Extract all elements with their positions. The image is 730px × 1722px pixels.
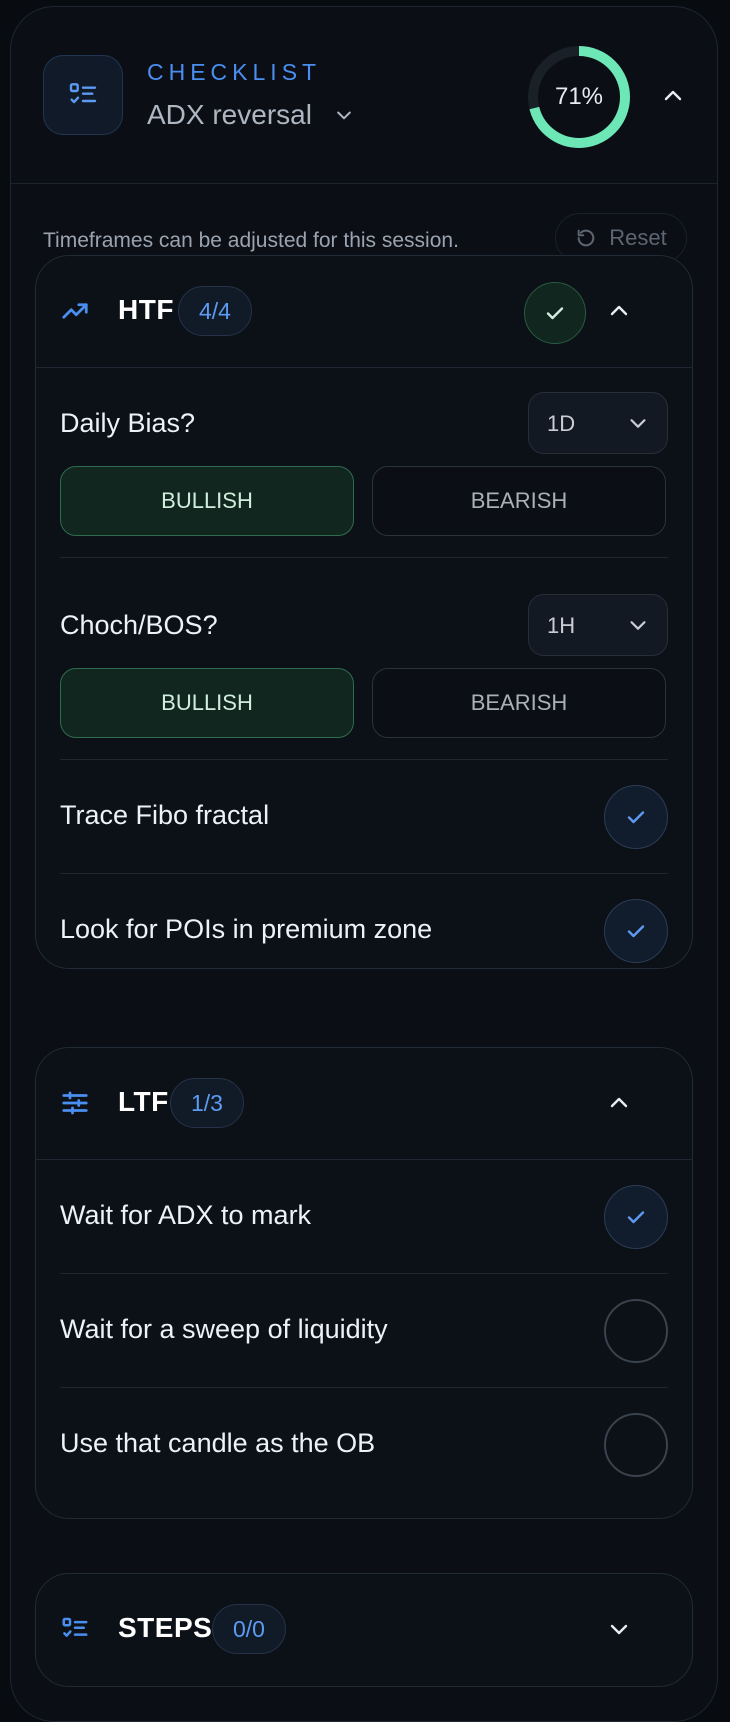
ltf-item-sweep: Wait for a sweep of liquidity [60,1274,668,1388]
ltf-collapse-button[interactable] [602,1086,636,1120]
item-checkbox[interactable] [604,1413,668,1477]
timeframe-select-choch-bos[interactable]: 1H [528,594,668,656]
htf-count-badge: 4/4 [178,286,252,336]
chevron-down-icon [630,419,646,428]
htf-item-choch-bos: Choch/BOS? 1H BULLISH BEARISH [60,594,668,774]
collapse-checklist-button[interactable] [656,79,690,113]
chevron-down-icon [630,621,646,630]
item-checkbox[interactable] [604,1299,668,1363]
htf-section: HTF 4/4 Daily Bias? 1D BULLISH BEARISH C… [35,255,693,969]
steps-section: STEPS 0/0 [35,1573,693,1687]
htf-complete-indicator [524,282,586,344]
bearish-option[interactable]: BEARISH [372,466,666,536]
item-label: Trace Fibo fractal [60,800,270,830]
htf-item-trace-fibo: Trace Fibo fractal [60,760,668,874]
chevron-down-icon [610,1624,628,1635]
htf-collapse-button[interactable] [602,294,636,328]
bullish-option[interactable]: BULLISH [60,668,354,738]
reset-label: Reset [609,225,667,250]
checklist-eyebrow: CHECKLIST [147,59,322,85]
item-label: Daily Bias? [60,408,196,438]
htf-title: HTF [118,294,174,325]
timeframe-value: 1D [547,411,576,436]
checklist-icon [62,1617,88,1637]
steps-count-badge: 0/0 [212,1604,286,1654]
htf-item-look-for-pois: Look for POIs in premium zone [60,874,668,968]
chevron-up-icon [664,90,682,101]
item-label: Look for POIs in premium zone [60,914,433,944]
steps-section-header[interactable]: STEPS 0/0 [36,1574,692,1686]
checklist-title: ADX reversal [147,99,312,130]
progress-percent: 71% [554,83,604,110]
ltf-section-header[interactable]: LTF 1/3 [36,1048,692,1160]
chevron-up-icon [610,305,628,316]
chevron-up-icon [610,1097,628,1108]
item-checkbox[interactable] [604,899,668,963]
ltf-title: LTF [118,1086,169,1117]
item-label: Wait for ADX to mark [60,1200,312,1230]
checklist-icon [69,83,97,104]
bullish-option[interactable]: BULLISH [60,466,354,536]
check-icon [627,925,645,938]
checklist-logo [43,55,123,135]
divider [60,557,668,558]
checklist-selector[interactable]: ADX reversal [147,99,354,131]
check-icon [627,1211,645,1224]
htf-item-daily-bias: Daily Bias? 1D BULLISH BEARISH [60,392,668,572]
bearish-option[interactable]: BEARISH [372,668,666,738]
item-label: Wait for a sweep of liquidity [60,1314,388,1344]
ltf-count-badge: 1/3 [170,1078,244,1128]
item-checkbox[interactable] [604,785,668,849]
steps-expand-button[interactable] [602,1612,636,1646]
timeframe-select-daily-bias[interactable]: 1D [528,392,668,454]
steps-title: STEPS [118,1612,213,1643]
item-checkbox[interactable] [604,1185,668,1249]
ltf-section: LTF 1/3 Wait for ADX to mark Wait for a … [35,1047,693,1519]
chevron-down-icon [337,111,351,120]
check-icon [546,307,564,320]
check-icon [627,811,645,824]
checklist-panel: CHECKLIST ADX reversal 71% Timeframes ca… [10,6,718,1722]
reset-icon [577,229,595,247]
htf-section-header[interactable]: HTF 4/4 [36,256,692,368]
timeframe-notice: Timeframes can be adjusted for this sess… [43,229,459,252]
trending-up-icon [62,303,88,319]
item-label: Choch/BOS? [60,610,218,640]
checklist-header: CHECKLIST ADX reversal 71% [11,7,717,184]
sliders-icon [62,1091,88,1115]
timeframe-value: 1H [547,613,576,638]
ltf-item-wait-adx: Wait for ADX to mark [60,1160,668,1274]
item-label: Use that candle as the OB [60,1428,376,1458]
ltf-item-use-candle: Use that candle as the OB [60,1388,668,1502]
